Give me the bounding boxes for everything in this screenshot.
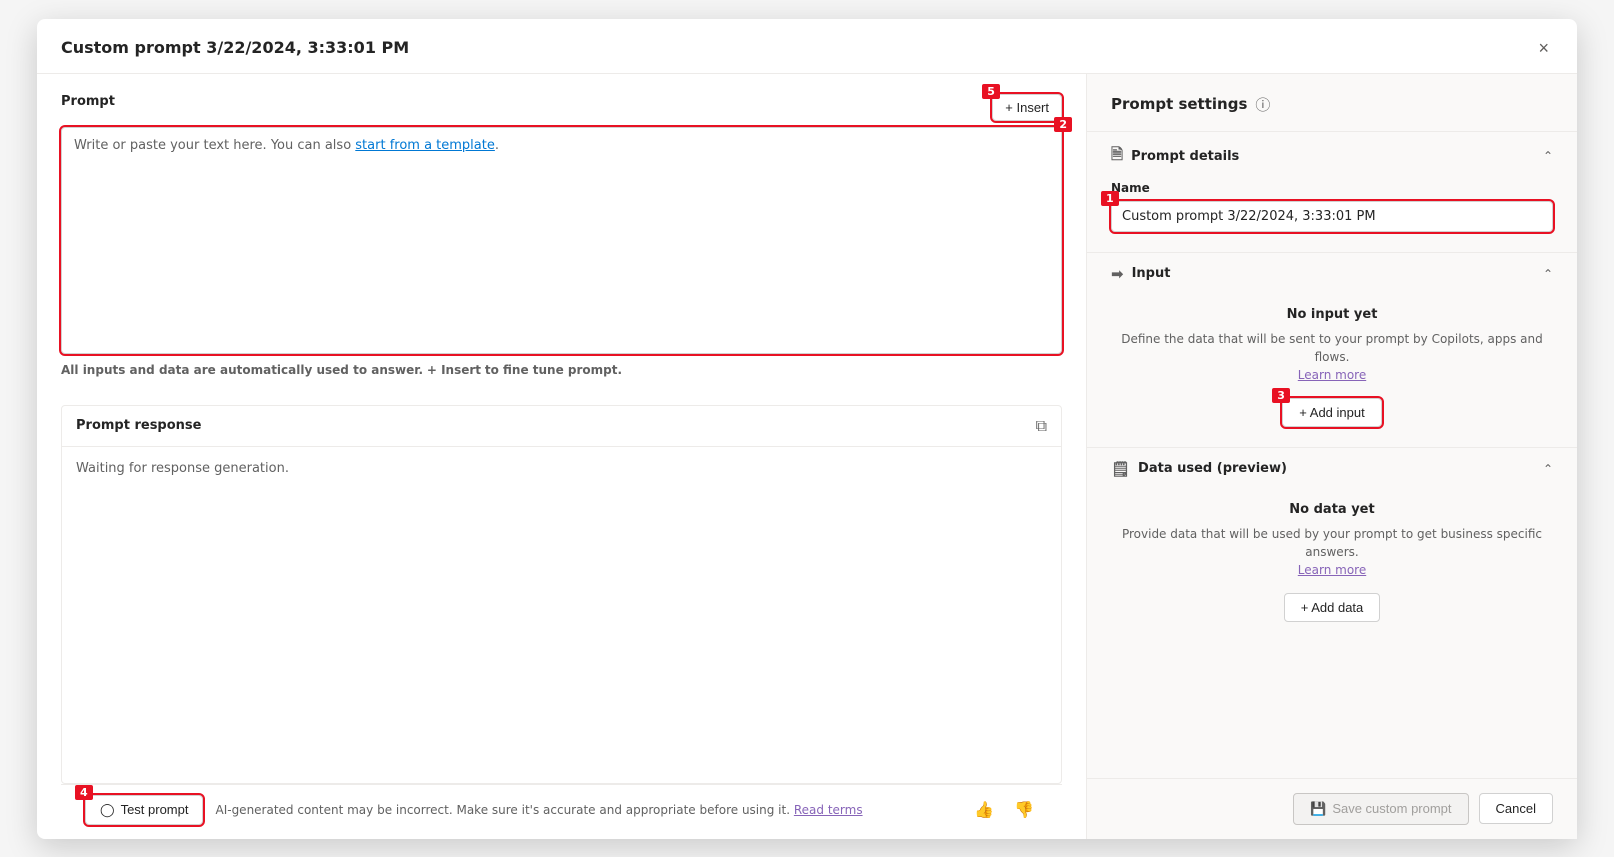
expand-icon[interactable]: ⧉ [1036, 416, 1047, 436]
close-button[interactable]: × [1534, 35, 1553, 61]
input-accordion: ➡ Input ⌃ No input yet Define the data t… [1087, 252, 1577, 447]
read-terms-link[interactable]: Read terms [794, 803, 863, 817]
annotation-5: 5 [982, 84, 1000, 99]
input-title-row: ➡ Input [1111, 265, 1170, 283]
response-text: Waiting for response generation. [76, 461, 289, 476]
prompt-label: Prompt [61, 94, 115, 109]
database-icon: 🗒 [1111, 460, 1130, 478]
name-input[interactable] [1111, 201, 1553, 232]
input-icon: ➡ [1111, 265, 1124, 283]
data-used-title-row: 🗒 Data used (preview) [1111, 460, 1287, 478]
chevron-up-icon-3: ⌃ [1543, 462, 1553, 476]
prompt-details-accordion: 🗎 Prompt details ⌃ Name 1 [1087, 131, 1577, 252]
insert-hint2: to fine tune prompt. [485, 363, 622, 377]
annotation-3: 3 [1272, 388, 1290, 403]
thumbs-up-button[interactable]: 👍 [970, 796, 998, 824]
prompt-input[interactable] [62, 163, 1061, 353]
data-used-body: No data yet Provide data that will be us… [1087, 490, 1577, 642]
ai-notice-text: AI-generated content may be incorrect. M… [215, 803, 790, 817]
annotation-2: 2 [1054, 117, 1072, 132]
add-input-wrapper: 3 + Add input [1282, 398, 1381, 427]
thumbs-down-button[interactable]: 👎 [1010, 796, 1038, 824]
insert-wrapper: 5 + Insert [992, 94, 1062, 121]
test-prompt-icon: ◯ [100, 802, 115, 818]
save-custom-prompt-button: 💾 Save custom prompt [1293, 793, 1468, 825]
save-icon: 💾 [1310, 801, 1326, 817]
input-label: Input [1132, 266, 1171, 281]
settings-title: Prompt settings [1111, 95, 1247, 113]
name-field-label: Name [1111, 181, 1553, 195]
test-btn-wrapper: 4 ◯ Test prompt [85, 795, 203, 825]
dialog-title: Custom prompt 3/22/2024, 3:33:01 PM [61, 38, 409, 57]
response-section: Prompt response ⧉ Waiting for response g… [61, 405, 1062, 784]
test-prompt-label: Test prompt [121, 802, 189, 817]
prompt-details-label: Prompt details [1131, 149, 1239, 164]
template-link[interactable]: start from a template [355, 138, 495, 153]
annotation-4: 4 [75, 785, 93, 800]
prompt-placeholder-text: Write or paste your text here. You can a… [62, 128, 1061, 163]
prompt-textarea-container: 2 Write or paste your text here. You can… [61, 127, 1062, 354]
input-section-body: No input yet Define the data that will b… [1087, 295, 1577, 447]
dialog: Custom prompt 3/22/2024, 3:33:01 PM × Pr… [37, 19, 1577, 839]
left-panel: Prompt 5 + Insert 2 Write or paste your … [37, 74, 1087, 839]
right-spacer [1087, 642, 1577, 778]
response-header: Prompt response ⧉ [62, 406, 1061, 447]
no-data-title: No data yet [1111, 502, 1553, 517]
right-header: Prompt settings ⓘ [1087, 74, 1577, 131]
prompt-details-body: Name 1 [1087, 181, 1577, 252]
cancel-button[interactable]: Cancel [1479, 793, 1553, 824]
no-input-desc-text: Define the data that will be sent to you… [1121, 332, 1543, 364]
no-input-title: No input yet [1111, 307, 1553, 322]
right-footer: 💾 Save custom prompt Cancel [1087, 778, 1577, 839]
dialog-header: Custom prompt 3/22/2024, 3:33:01 PM × [37, 19, 1577, 74]
no-data-desc-text: Provide data that will be used by your p… [1122, 527, 1542, 559]
add-data-button[interactable]: + Add data [1284, 593, 1381, 622]
annotation-1: 1 [1101, 191, 1119, 206]
learn-more-data-link[interactable]: Learn more [1298, 563, 1366, 577]
data-used-header[interactable]: 🗒 Data used (preview) ⌃ [1087, 448, 1577, 490]
prompt-textarea-wrapper: Write or paste your text here. You can a… [61, 127, 1062, 354]
no-data-desc: Provide data that will be used by your p… [1111, 525, 1553, 579]
prompt-header-row: Prompt 5 + Insert [61, 94, 1062, 121]
learn-more-input-link[interactable]: Learn more [1298, 368, 1366, 382]
data-used-accordion: 🗒 Data used (preview) ⌃ No data yet Prov… [1087, 447, 1577, 642]
chevron-up-icon: ⌃ [1543, 149, 1553, 163]
dialog-body: Prompt 5 + Insert 2 Write or paste your … [37, 74, 1577, 839]
add-input-button[interactable]: + Add input [1282, 398, 1381, 427]
data-used-label: Data used (preview) [1138, 461, 1287, 476]
prompt-info: All inputs and data are automatically us… [61, 354, 1062, 389]
save-label: Save custom prompt [1332, 801, 1451, 816]
chevron-up-icon-2: ⌃ [1543, 267, 1553, 281]
response-body: Waiting for response generation. [62, 447, 1061, 783]
prompt-details-title-row: 🗎 Prompt details [1111, 144, 1239, 169]
input-header[interactable]: ➡ Input ⌃ [1087, 253, 1577, 295]
ai-notice: AI-generated content may be incorrect. M… [215, 803, 958, 817]
prompt-details-header[interactable]: 🗎 Prompt details ⌃ [1087, 132, 1577, 181]
document-icon: 🗎 [1111, 144, 1123, 169]
right-panel: Prompt settings ⓘ 🗎 Prompt details ⌃ Nam… [1087, 74, 1577, 839]
insert-hint: + Insert [427, 363, 481, 377]
no-input-desc: Define the data that will be sent to you… [1111, 330, 1553, 384]
bottom-bar: 4 ◯ Test prompt AI-generated content may… [61, 784, 1062, 839]
insert-button[interactable]: + Insert [992, 94, 1062, 121]
prompt-info-text: All inputs and data are automatically us… [61, 363, 423, 377]
info-icon[interactable]: ⓘ [1255, 94, 1270, 115]
response-label: Prompt response [76, 418, 201, 433]
name-input-wrapper: 1 [1111, 201, 1553, 232]
test-prompt-button[interactable]: ◯ Test prompt [85, 795, 203, 825]
